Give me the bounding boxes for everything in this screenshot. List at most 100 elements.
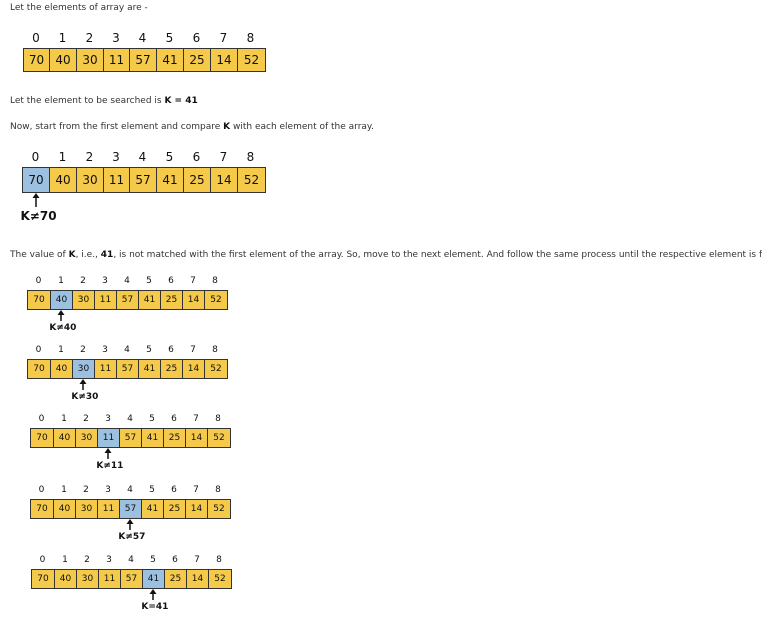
array-cell: 52 <box>205 360 227 378</box>
array-cell: 57 <box>130 49 157 71</box>
array-cell: 14 <box>186 429 208 447</box>
array-cell: 52 <box>205 291 227 309</box>
array-cell: 52 <box>238 168 265 192</box>
index-label: 4 <box>127 485 133 495</box>
pointer-arrow-icon <box>79 379 87 390</box>
array-cell: 30 <box>77 168 104 192</box>
array-cell: 40 <box>50 49 77 71</box>
pointer-arrow-icon <box>32 193 39 207</box>
array-cell: 14 <box>187 570 209 588</box>
array-cell: 52 <box>209 570 231 588</box>
array-cell-highlighted: 30 <box>73 360 95 378</box>
array-cell: 40 <box>50 168 77 192</box>
array-cell: 40 <box>54 500 76 518</box>
array-cell-highlighted: 41 <box>143 570 165 588</box>
value-explanation-text: The value of K, i.e., 41, is not matched… <box>10 250 762 260</box>
index-label: 3 <box>105 414 111 424</box>
array-cell-highlighted: 11 <box>98 429 120 447</box>
compare-text: Now, start from the first element and co… <box>10 122 374 132</box>
index-label: 6 <box>168 276 174 286</box>
value-prefix: The value of <box>10 250 69 260</box>
value-k: K <box>68 250 76 260</box>
index-label: 8 <box>216 555 222 565</box>
array-cell: 11 <box>95 360 117 378</box>
array-cells: 70 40 30 11 57 41 25 14 52 <box>31 569 232 589</box>
search-prefix: Let the element to be searched is <box>10 96 165 106</box>
index-label: 6 <box>192 150 201 164</box>
index-label: 1 <box>58 345 64 355</box>
index-label: 2 <box>80 345 86 355</box>
array-cell: 30 <box>76 500 98 518</box>
index-label: 3 <box>106 555 112 565</box>
index-label: 0 <box>31 150 40 164</box>
array-cell: 25 <box>165 570 187 588</box>
array-cell: 57 <box>117 360 139 378</box>
index-label: 6 <box>171 414 177 424</box>
array-cell: 41 <box>157 49 184 71</box>
array-cell: 30 <box>77 49 104 71</box>
index-label: 7 <box>193 485 199 495</box>
index-label: 8 <box>212 345 218 355</box>
intro-text: Let the elements of array are - <box>10 3 148 13</box>
array-cell: 40 <box>51 360 73 378</box>
index-label: 7 <box>193 414 199 424</box>
array-cell: 25 <box>161 360 183 378</box>
array-cell: 57 <box>121 570 143 588</box>
array-cell: 30 <box>77 570 99 588</box>
array-cell: 14 <box>211 168 238 192</box>
array-cell: 14 <box>211 49 238 71</box>
array-cell: 57 <box>117 291 139 309</box>
index-label: 0 <box>35 276 42 286</box>
index-label: 4 <box>127 414 133 424</box>
index-label: 3 <box>112 31 120 45</box>
array-cell: 41 <box>142 429 164 447</box>
array-cells: 70 40 30 11 57 41 25 14 52 <box>23 48 266 72</box>
index-label: 6 <box>171 485 177 495</box>
index-label: 5 <box>146 276 152 286</box>
array-cell: 25 <box>164 500 186 518</box>
comparison-label: K≠11 <box>96 461 124 471</box>
array-cell: 11 <box>99 570 121 588</box>
index-label: 0 <box>32 31 40 45</box>
index-label: 4 <box>124 276 130 286</box>
array-cell: 41 <box>142 500 164 518</box>
array-cells: 70 40 30 11 57 41 25 14 52 <box>27 290 228 310</box>
index-label: 4 <box>138 150 147 164</box>
index-label: 5 <box>165 31 174 45</box>
index-label: 6 <box>172 555 178 565</box>
array-cell: 11 <box>104 168 130 192</box>
array-cell: 30 <box>73 291 95 309</box>
comparison-label: K≠40 <box>49 323 77 333</box>
index-label: 0 <box>35 345 42 355</box>
array-cell: 57 <box>130 168 157 192</box>
index-label: 7 <box>194 555 200 565</box>
index-label: 2 <box>83 485 89 495</box>
array-cell: 11 <box>98 500 120 518</box>
index-label: 8 <box>246 150 255 164</box>
compare-suffix: with each element of the array. <box>230 122 374 132</box>
array-cells: 70 40 30 11 57 41 25 14 52 <box>27 359 228 379</box>
index-label: 1 <box>62 555 68 565</box>
search-key-text: Let the element to be searched is K = 41 <box>10 96 198 106</box>
pointer-arrow-icon <box>149 589 157 600</box>
index-label: 5 <box>150 555 156 565</box>
array-cell: 41 <box>139 360 161 378</box>
array-cell: 30 <box>76 429 98 447</box>
array-cell: 40 <box>54 429 76 447</box>
array-cell: 70 <box>24 49 50 71</box>
index-label: 4 <box>124 345 130 355</box>
index-label: 3 <box>105 485 111 495</box>
index-label: 4 <box>128 555 134 565</box>
comparison-label: K≠57 <box>118 532 146 542</box>
index-label: 2 <box>85 150 94 164</box>
array-cell: 52 <box>238 49 265 71</box>
array-cell: 14 <box>183 360 205 378</box>
index-label: 6 <box>168 345 174 355</box>
index-label: 3 <box>102 276 108 286</box>
index-label: 0 <box>39 555 46 565</box>
array-cell: 70 <box>28 291 51 309</box>
array-cell-highlighted: 70 <box>23 168 50 192</box>
index-label: 5 <box>149 485 155 495</box>
pointer-arrow-icon <box>126 519 134 530</box>
index-label: 5 <box>149 414 155 424</box>
